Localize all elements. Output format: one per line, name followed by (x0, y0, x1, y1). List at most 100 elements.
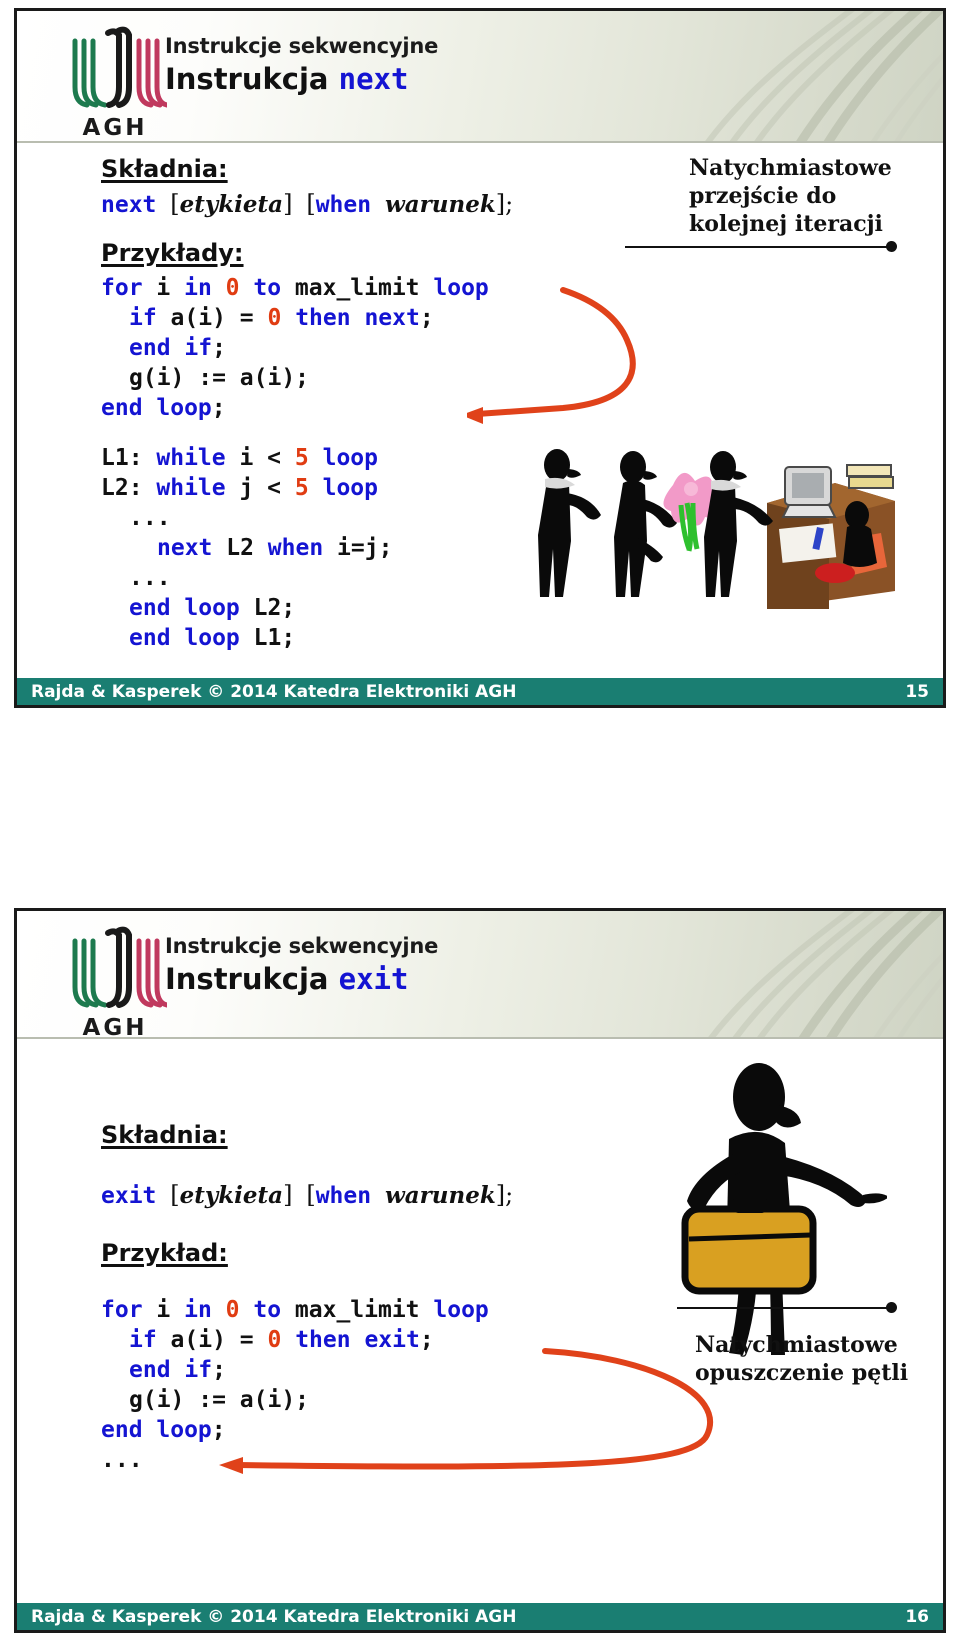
code-token: 5 (294, 475, 309, 501)
code-token: while (156, 445, 240, 471)
code-token: L1; (253, 625, 296, 651)
syntax-open-bracket-2: [ (306, 190, 316, 218)
slide-footer-exit: Rajda & Kasperek © 2014 Katedra Elektron… (17, 1603, 943, 1630)
code-line: end loop L1; (101, 623, 392, 653)
person-2 (614, 451, 677, 597)
header-divider (17, 141, 943, 143)
code-line: for i in 0 to max_limit loop (101, 273, 489, 303)
annotation-exit-line-2: opuszczenie pętli (695, 1360, 909, 1386)
code-token: end if (129, 335, 213, 361)
slide-subtitle: Instrukcje sekwencyjne (165, 934, 439, 958)
slide-title-keyword: exit (338, 962, 409, 997)
syntax-keyword: next (101, 192, 157, 218)
code-block-next-example-1: for i in 0 to max_limit loop if a(i) = 0 … (101, 273, 489, 423)
code-block-next-example-2: L1: while i < 5 loop L2: while j < 5 loop… (101, 443, 392, 653)
code-token: L2: (101, 475, 157, 501)
code-token: ; (211, 395, 226, 421)
code-token: next (157, 535, 227, 561)
code-token: i (156, 275, 185, 301)
slide-title: Instrukcja next (165, 61, 438, 99)
syntax-label-placeholder: etykieta (179, 191, 284, 218)
examples-heading: Przykład: (101, 1239, 228, 1267)
code-token: L2 (226, 535, 268, 561)
syntax-condition-placeholder: warunek (384, 1182, 496, 1209)
syntax-heading-wrap: Składnia: (101, 155, 228, 183)
footer-page-number: 16 (905, 1606, 929, 1627)
slide-header-titles: Instrukcje sekwencyjne Instrukcja next (165, 33, 438, 99)
code-token: 0 (225, 275, 240, 301)
queue-of-people-clipart (538, 449, 895, 609)
syntax-open-bracket-2: [ (306, 1181, 316, 1209)
code-line: end loop; (101, 393, 489, 423)
agh-logo-mark (72, 26, 170, 108)
code-token: end loop (101, 395, 212, 421)
annotation-next-line-2: przejście do (689, 183, 837, 209)
code-line: next L2 when i=j; (101, 533, 392, 563)
annotation-next-leader-dot (886, 241, 897, 252)
code-token: while (156, 475, 240, 501)
code-line: ... (101, 563, 392, 593)
slide-instrukcja-exit: AGH Instrukcje sekwencyjne Instrukcja ex… (14, 908, 946, 1633)
code-token: in (184, 275, 226, 301)
slide-instrukcja-next: AGH Instrukcje sekwencyjne Instrukcja ne… (14, 8, 946, 708)
person-3-scarf (711, 479, 741, 491)
slide-title-keyword: next (338, 62, 409, 97)
code-token: end loop (129, 595, 254, 621)
monitor-group (781, 466, 837, 518)
syntax-open-bracket-1: [ (170, 190, 180, 218)
syntax-line: exit [etykieta] [when warunek]; (101, 1181, 513, 1209)
agh-logo: AGH (63, 25, 170, 141)
code-line: L1: while i < 5 loop (101, 443, 392, 473)
footer-credit: Rajda & Kasperek © 2014 Katedra Elektron… (31, 1606, 517, 1627)
code-token: ... (129, 565, 171, 591)
slide-footer-next: Rajda & Kasperek © 2014 Katedra Elektron… (17, 678, 943, 705)
syntax-open-bracket-1: [ (170, 1181, 180, 1209)
syntax-close-bracket-1: ] (283, 190, 293, 218)
code-token: when (267, 535, 338, 561)
footer-page-number: 15 (905, 681, 929, 702)
code-token: L1: (101, 445, 157, 471)
person-3 (704, 451, 773, 597)
syntax-keyword: exit (101, 1183, 157, 1209)
syntax-when-keyword: when (315, 192, 372, 218)
code-token: i=j; (337, 535, 393, 561)
agh-logo-mark (72, 926, 170, 1008)
agh-logo: AGH (63, 925, 170, 1041)
syntax-condition-placeholder: warunek (384, 191, 496, 218)
syntax-when-keyword: when (315, 1183, 372, 1209)
code-line: L2: while j < 5 loop (101, 473, 392, 503)
annotation-exit: Natychmiastowe opuszczenie pętli (695, 1331, 915, 1387)
code-token: if (129, 305, 171, 331)
code-token: g(i) := a(i); (129, 365, 310, 391)
slide-title-static: Instrukcja (165, 962, 329, 997)
annotation-next: Natychmiastowe przejście do kolejnej ite… (689, 154, 899, 238)
code-token: to (253, 275, 295, 301)
slide-subtitle: Instrukcje sekwencyjne (165, 34, 439, 58)
code-token: 5 (294, 445, 309, 471)
person-1 (538, 449, 601, 597)
footer-credit: Rajda & Kasperek © 2014 Katedra Elektron… (31, 681, 517, 702)
annotation-exit-leader-dot (886, 1302, 897, 1313)
examples-heading-wrap: Przykład: (101, 1239, 228, 1267)
exit-flow-arrow (219, 1348, 713, 1474)
slide-header-titles: Instrukcje sekwencyjne Instrukcja exit (165, 933, 438, 999)
header-watermark-stripes (703, 11, 943, 143)
slide-title: Instrukcja exit (165, 961, 438, 999)
books-group (846, 464, 894, 489)
annotation-next-line-3: kolejnej iteracji (689, 211, 883, 237)
header-watermark-stripes (706, 911, 943, 1039)
code-token: end loop (129, 625, 254, 651)
syntax-heading: Składnia: (101, 1121, 228, 1149)
code-token: then next (295, 305, 420, 331)
code-line: if a(i) = 0 then next; (101, 303, 489, 333)
code-token: i < (239, 445, 295, 471)
syntax-line: next [etykieta] [when warunek]; (101, 190, 513, 218)
woman-with-suitcase-clipart (681, 1063, 887, 1355)
annotation-next-leader-line (625, 246, 893, 248)
code-line: end if; (101, 333, 489, 363)
annotation-next-line-1: Natychmiastowe (689, 155, 892, 181)
suitcase (681, 1197, 817, 1295)
